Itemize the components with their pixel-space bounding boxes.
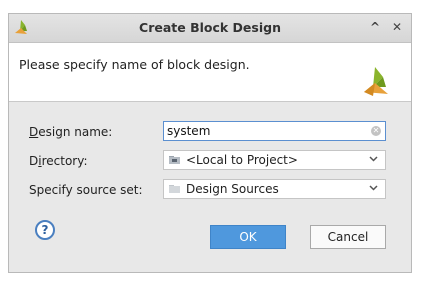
directory-row: Directory: <Local to Project> [9,150,411,172]
title-bar[interactable]: Create Block Design ^ ✕ [9,14,411,43]
maximize-icon[interactable]: ^ [367,19,383,35]
ok-button[interactable]: OK [210,225,286,249]
header-panel: Please specify name of block design. [9,43,411,102]
source-set-row: Specify source set: Design Sources [9,179,411,201]
design-name-row: Design name: ✕ [9,121,411,143]
source-set-dropdown[interactable]: Design Sources [163,179,386,199]
directory-label: Directory: [29,154,88,168]
dialog-title: Create Block Design [139,20,281,35]
directory-dropdown[interactable]: <Local to Project> [163,150,386,170]
close-icon[interactable]: ✕ [389,19,405,35]
design-name-field[interactable]: ✕ [163,121,386,141]
header-message: Please specify name of block design. [19,57,250,72]
source-set-value: Design Sources [186,182,279,196]
help-button[interactable]: ? [35,220,55,240]
local-folder-icon [169,156,180,164]
source-set-label: Specify source set: [29,183,143,197]
create-block-design-dialog: Create Block Design ^ ✕ Please specify n… [8,13,412,273]
design-name-label: Design name: [29,125,113,139]
cancel-button[interactable]: Cancel [310,225,386,249]
design-name-input[interactable] [167,123,357,139]
directory-value: <Local to Project> [186,153,298,167]
folder-icon [169,185,180,193]
chevron-down-icon [369,185,378,191]
clear-icon[interactable]: ✕ [371,126,381,136]
vivado-logo-icon [364,67,388,96]
chevron-down-icon [369,156,378,162]
